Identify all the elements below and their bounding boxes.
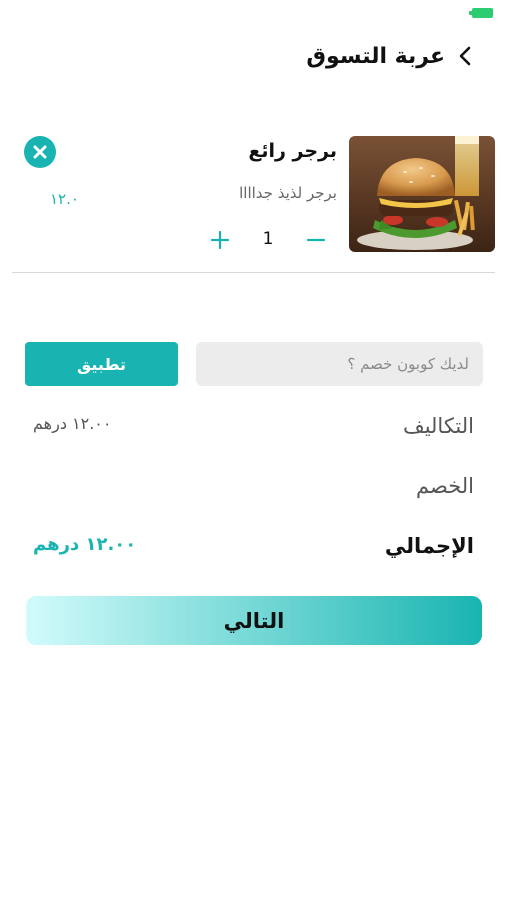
total-value: ١٢.٠٠ درهم — [33, 534, 137, 555]
header: عربة التسوق — [0, 38, 507, 74]
quantity-value: 1 — [262, 229, 274, 249]
apply-coupon-button[interactable]: تطبيق — [25, 342, 178, 386]
quantity-stepper: 1 — [202, 226, 332, 256]
minus-icon — [307, 238, 325, 242]
decrease-quantity-button[interactable] — [302, 226, 330, 254]
remove-item-button[interactable] — [24, 136, 56, 168]
close-icon — [33, 145, 47, 159]
burger-image — [349, 136, 495, 252]
back-button[interactable] — [451, 42, 479, 70]
cart-item: برجر رائع برجر لذيذ جداااا ١٢.٠ 1 — [12, 136, 495, 254]
item-price: ١٢.٠ — [50, 190, 79, 208]
total-label: الإجمالي — [384, 534, 474, 558]
chevron-left-icon — [459, 46, 471, 66]
costs-value: ١٢.٠٠ درهم — [33, 414, 112, 433]
costs-label: التكاليف — [402, 414, 474, 438]
item-description: برجر لذيذ جداااا — [239, 184, 337, 202]
coupon-input[interactable] — [196, 342, 483, 386]
next-button[interactable]: التالي — [26, 596, 482, 645]
item-name: برجر رائع — [248, 140, 337, 162]
increase-quantity-button[interactable] — [206, 226, 234, 254]
divider — [12, 272, 495, 273]
page-title: عربة التسوق — [306, 43, 445, 69]
discount-label: الخصم — [416, 474, 474, 498]
plus-icon — [211, 231, 229, 249]
battery-icon — [469, 8, 493, 18]
